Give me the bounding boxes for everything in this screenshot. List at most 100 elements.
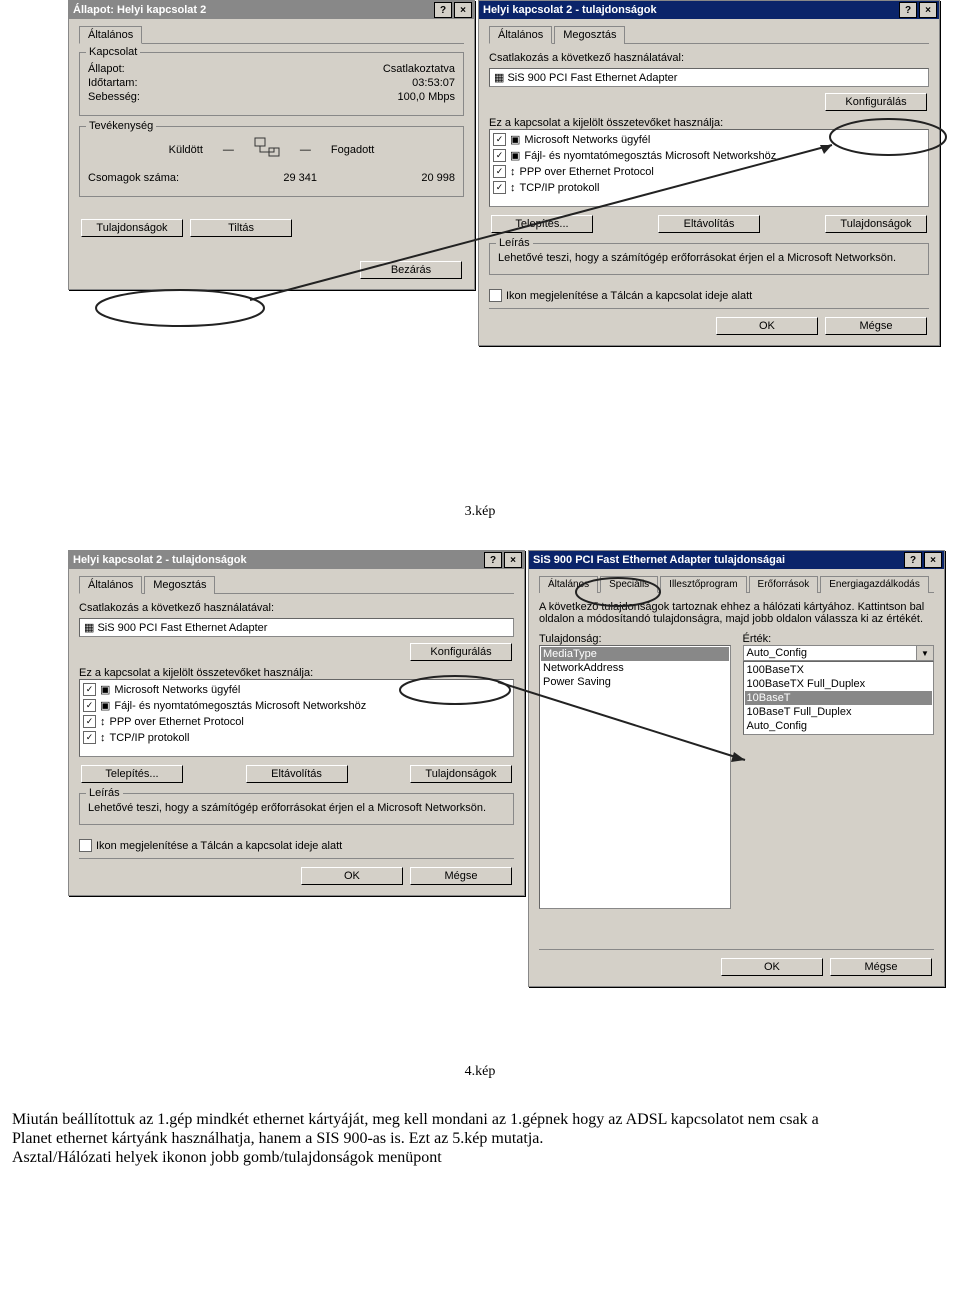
component-icon: ↕	[510, 182, 516, 194]
component-item[interactable]: Microsoft Networks ügyfél	[114, 684, 240, 696]
disable-button[interactable]: Tiltás	[190, 219, 292, 237]
option-item[interactable]: 100BaseTX Full_Duplex	[745, 677, 933, 691]
value-status: Csatlakoztatva	[383, 63, 455, 75]
tab-resources[interactable]: Erőforrások	[749, 576, 819, 593]
label-duration: Időtartam:	[88, 77, 138, 89]
value-options[interactable]: 100BaseTX 100BaseTX Full_Duplex 10BaseT …	[743, 661, 935, 735]
ok-button[interactable]: OK	[716, 317, 818, 335]
value-recv: 20 998	[421, 172, 455, 184]
props-tabs: Általános Megosztás	[79, 575, 514, 594]
tab-general[interactable]: Általános	[79, 576, 142, 594]
component-item[interactable]: PPP over Ethernet Protocol	[110, 716, 244, 728]
component-icon: ▣	[510, 149, 520, 162]
tab-driver[interactable]: Illesztőprogram	[660, 576, 746, 593]
property-item[interactable]: Power Saving	[541, 675, 729, 689]
option-item[interactable]: 10BaseT	[745, 691, 933, 705]
tab-general[interactable]: Általános	[489, 26, 552, 44]
tray-icon-label: Ikon megjelenítése a Tálcán a kapcsolat …	[506, 290, 752, 302]
close-button[interactable]: Bezárás	[360, 261, 462, 279]
description-group: Leírás Lehetővé teszi, hogy a számítógép…	[489, 243, 929, 275]
checkbox-icon[interactable]: ✓	[83, 715, 96, 728]
caption-3: 3.kép	[0, 504, 960, 520]
props-title: Helyi kapcsolat 2 - tulajdonságok	[71, 554, 482, 566]
nic-icon: ▦	[84, 622, 94, 634]
install-button[interactable]: Telepítés...	[491, 215, 593, 233]
ok-button[interactable]: OK	[721, 958, 823, 976]
component-item[interactable]: Fájl- és nyomtatómegosztás Microsoft Net…	[114, 700, 366, 712]
uninstall-button[interactable]: Eltávolítás	[658, 215, 760, 233]
connection-group-title: Kapcsolat	[86, 46, 140, 58]
label-status: Állapot:	[88, 63, 125, 75]
props-titlebar: Helyi kapcsolat 2 - tulajdonságok ? ×	[479, 1, 939, 19]
checkbox-icon[interactable]: ✓	[493, 133, 506, 146]
value-speed: 100,0 Mbps	[398, 91, 455, 103]
uninstall-button[interactable]: Eltávolítás	[246, 765, 348, 783]
value-duration: 03:53:07	[412, 77, 455, 89]
adapter-name: SiS 900 PCI Fast Ethernet Adapter	[97, 622, 267, 634]
component-item[interactable]: Microsoft Networks ügyfél	[524, 134, 650, 146]
property-item[interactable]: MediaType	[541, 647, 729, 661]
label-value: Érték:	[743, 633, 935, 645]
component-icon: ↕	[100, 732, 106, 744]
tab-sharing[interactable]: Megosztás	[144, 576, 215, 594]
help-icon[interactable]: ?	[904, 552, 922, 568]
checkbox-icon[interactable]: ✓	[83, 699, 96, 712]
tab-general[interactable]: Általános	[539, 576, 598, 593]
install-button[interactable]: Telepítés...	[81, 765, 183, 783]
cancel-button[interactable]: Mégse	[825, 317, 927, 335]
tab-advanced[interactable]: Speciális	[600, 576, 658, 593]
close-icon[interactable]: ×	[919, 2, 937, 18]
cancel-button[interactable]: Mégse	[830, 958, 932, 976]
checkbox-icon[interactable]: ✓	[83, 683, 96, 696]
para-line: Miután beállítottuk az 1.gép mindkét eth…	[12, 1111, 819, 1128]
tab-general[interactable]: Általános	[79, 26, 142, 44]
component-props-button[interactable]: Tulajdonságok	[410, 765, 512, 783]
tab-sharing[interactable]: Megosztás	[554, 26, 625, 44]
sis-dialog: SiS 900 PCI Fast Ethernet Adapter tulajd…	[528, 550, 945, 987]
tray-icon-checkbox[interactable]	[489, 289, 502, 302]
props-titlebar: Helyi kapcsolat 2 - tulajdonságok ? ×	[69, 551, 524, 569]
help-icon[interactable]: ?	[484, 552, 502, 568]
cancel-button[interactable]: Mégse	[410, 867, 512, 885]
configure-button[interactable]: Konfigurálás	[825, 93, 927, 111]
label-property: Tulajdonság:	[539, 633, 731, 645]
checkbox-icon[interactable]: ✓	[493, 149, 506, 162]
properties-button[interactable]: Tulajdonságok	[81, 219, 183, 237]
property-list[interactable]: MediaType NetworkAddress Power Saving	[539, 645, 731, 909]
component-item[interactable]: TCP/IP protokoll	[110, 732, 190, 744]
tab-power[interactable]: Energiagazdálkodás	[820, 576, 929, 593]
component-icon: ↕	[100, 716, 106, 728]
props-title: Helyi kapcsolat 2 - tulajdonságok	[481, 4, 897, 16]
component-item[interactable]: Fájl- és nyomtatómegosztás Microsoft Net…	[524, 150, 776, 162]
component-props-button[interactable]: Tulajdonságok	[825, 215, 927, 233]
option-item[interactable]: Auto_Config	[745, 719, 933, 733]
help-icon[interactable]: ?	[899, 2, 917, 18]
property-item[interactable]: NetworkAddress	[541, 661, 729, 675]
ok-button[interactable]: OK	[301, 867, 403, 885]
option-item[interactable]: 100BaseTX	[745, 663, 933, 677]
close-icon[interactable]: ×	[504, 552, 522, 568]
option-item[interactable]: 10BaseT Full_Duplex	[745, 705, 933, 719]
checkbox-icon[interactable]: ✓	[493, 165, 506, 178]
component-item[interactable]: PPP over Ethernet Protocol	[520, 166, 654, 178]
props-tabs: Általános Megosztás	[489, 25, 929, 44]
checkbox-icon[interactable]: ✓	[493, 181, 506, 194]
connection-group: Kapcsolat Állapot:Csatlakoztatva Időtart…	[79, 52, 464, 116]
close-icon[interactable]: ×	[924, 552, 942, 568]
components-list[interactable]: ✓▣Microsoft Networks ügyfél ✓▣Fájl- és n…	[79, 679, 514, 757]
checkbox-icon[interactable]: ✓	[83, 731, 96, 744]
status-titlebar: Állapot: Helyi kapcsolat 2 ? ×	[69, 1, 474, 19]
description-title: Leírás	[86, 787, 123, 799]
tray-icon-checkbox[interactable]	[79, 839, 92, 852]
components-list[interactable]: ✓▣Microsoft Networks ügyfél ✓▣Fájl- és n…	[489, 129, 929, 207]
dropdown-icon[interactable]: ▼	[916, 645, 934, 661]
description-title: Leírás	[496, 237, 533, 249]
component-item[interactable]: TCP/IP protokoll	[520, 182, 600, 194]
activity-group-title: Tevékenység	[86, 120, 156, 132]
sis-tabs: Általános Speciális Illesztőprogram Erőf…	[539, 575, 934, 593]
help-icon[interactable]: ?	[434, 2, 452, 18]
configure-button[interactable]: Konfigurálás	[410, 643, 512, 661]
adapter-field: ▦ SiS 900 PCI Fast Ethernet Adapter	[489, 68, 929, 87]
close-icon[interactable]: ×	[454, 2, 472, 18]
value-combo[interactable]: Auto_Config ▼	[743, 645, 935, 661]
